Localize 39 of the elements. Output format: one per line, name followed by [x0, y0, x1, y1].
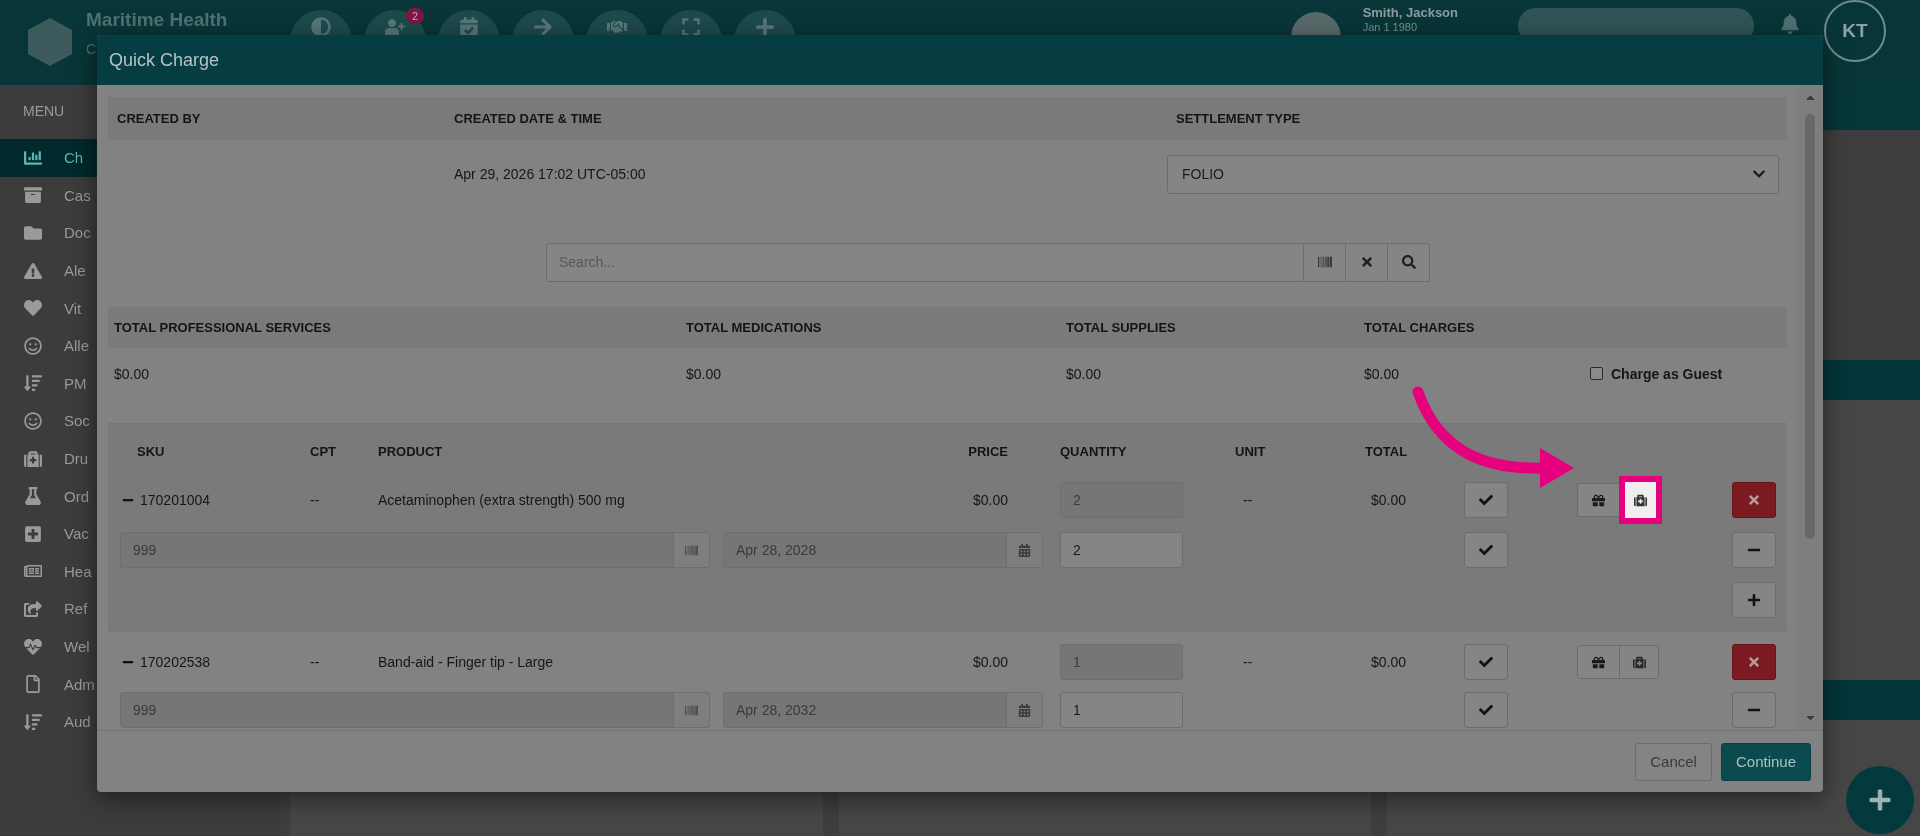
total-text: $0.00: [1371, 654, 1408, 670]
total-text: $0.00: [1371, 492, 1408, 508]
column-header: SETTLEMENT TYPE: [1176, 110, 1302, 126]
app-title: Maritime Health: [86, 8, 228, 32]
column-header: PRICE: [968, 443, 1008, 459]
dialog-title: Quick Charge: [109, 49, 220, 71]
column-header: QUANTITY: [1060, 443, 1127, 459]
column-header: TOTAL MEDICATIONS: [686, 319, 823, 335]
checkbox-label: Charge as Guest: [1611, 365, 1723, 382]
column-header: CREATED DATE & TIME: [454, 110, 603, 126]
sku-text: 170202538: [140, 654, 211, 670]
price-text: $0.00: [971, 654, 1008, 670]
column-header: CPT: [310, 443, 336, 459]
menu-title: MENU: [23, 103, 65, 119]
column-header: TOTAL PROFESSIONAL SERVICES: [114, 319, 332, 335]
unit-text: --: [1243, 492, 1254, 508]
total-value: $0.00: [1066, 365, 1103, 382]
patient-name: Smith, Jackson: [1362, 5, 1458, 21]
unit-text: --: [1243, 654, 1254, 670]
total-value: $0.00: [114, 365, 151, 382]
patient-dob: Jan 1 1980: [1362, 21, 1419, 34]
column-header: PRODUCT: [378, 443, 443, 459]
column-header: SKU: [137, 443, 165, 459]
app-subtitle: C: [86, 40, 98, 58]
column-header: UNIT: [1235, 443, 1266, 459]
column-header: TOTAL CHARGES: [1364, 319, 1476, 335]
product-name: Acetaminophen (extra strength) 500 mg: [378, 492, 626, 508]
sku-text: 170201004: [140, 492, 211, 508]
total-value: $0.00: [686, 365, 723, 382]
total-value: $0.00: [1364, 365, 1401, 382]
column-header: TOTAL: [1365, 443, 1408, 459]
column-header: TOTAL SUPPLIES: [1066, 319, 1177, 335]
cpt-text: --: [310, 654, 321, 670]
price-text: $0.00: [971, 492, 1008, 508]
cpt-text: --: [310, 492, 321, 508]
product-name: Band-aid - Finger tip - Large: [378, 654, 555, 670]
created-date: Apr 29, 2026 17:02 UTC-05:00: [453, 164, 647, 184]
notification-badge: 2: [405, 8, 424, 24]
column-header: CREATED BY: [117, 110, 202, 126]
